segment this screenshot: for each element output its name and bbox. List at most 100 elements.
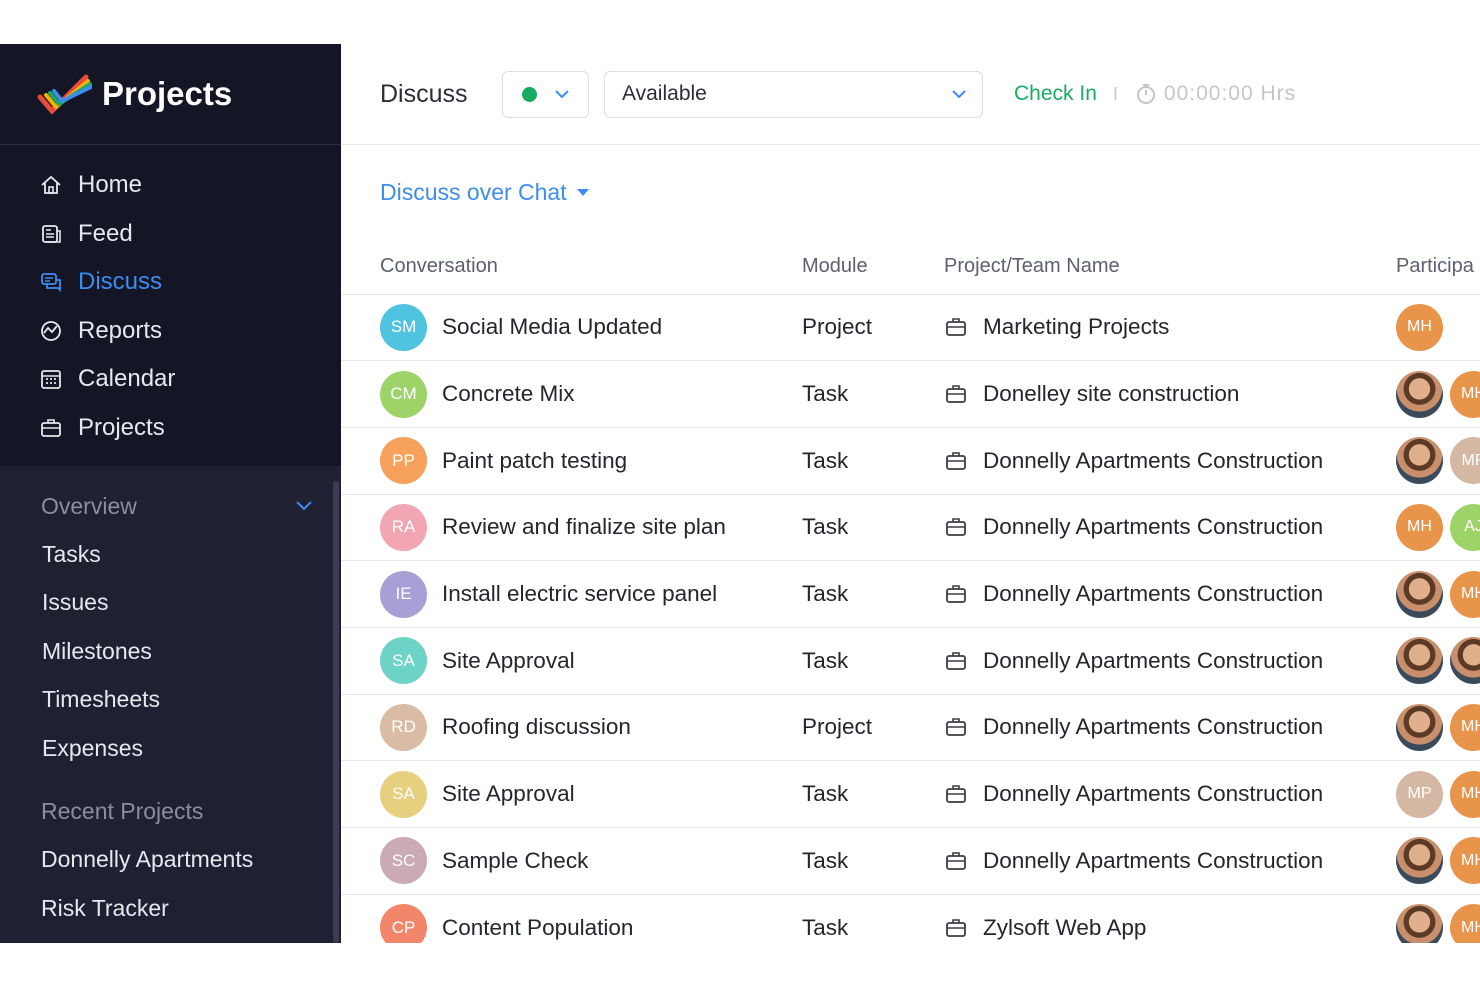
participant-avatar[interactable]: MH — [1450, 837, 1480, 885]
project-name[interactable]: Donnelly Apartments Construction — [983, 848, 1323, 874]
conversation-cell[interactable]: SA Site Approval — [341, 627, 802, 695]
overview-item-timesheets[interactable]: Timesheets — [41, 676, 341, 725]
nav-label: Calendar — [78, 365, 176, 393]
project-name[interactable]: Donnelly Apartments Construction — [983, 648, 1323, 674]
participant-photo-avatar[interactable] — [1396, 370, 1443, 418]
nav-item-calendar[interactable]: Calendar — [0, 355, 341, 404]
nav-item-home[interactable]: Home — [0, 161, 341, 210]
table-row[interactable]: PP Paint patch testing Task Donnelly Apartm… — [341, 427, 1480, 495]
participant-avatar[interactable]: MH — [1450, 770, 1480, 818]
briefcase-icon — [946, 585, 966, 603]
participant-photo-avatar[interactable] — [1396, 703, 1443, 751]
nav-item-reports[interactable]: Reports — [0, 307, 341, 356]
nav-item-feed[interactable]: Feed — [0, 210, 341, 259]
participant-avatar[interactable]: MH — [1450, 703, 1480, 751]
participant-photo-avatar[interactable] — [1396, 837, 1443, 885]
status-dropdown[interactable] — [502, 70, 589, 118]
overview-item-tasks[interactable]: Tasks — [41, 530, 341, 579]
brand[interactable]: Projects — [0, 44, 341, 145]
project-name[interactable]: Donnelly Apartments Construction — [983, 714, 1323, 740]
table-row[interactable]: CM Concrete Mix Task Donelley site construc… — [341, 360, 1480, 428]
project-name[interactable]: Marketing Projects — [983, 314, 1169, 340]
participant-photo-avatar[interactable] — [1450, 637, 1480, 685]
table-row[interactable]: CP Content Population Task Zylsoft Web App M… — [341, 894, 1480, 943]
project-cell: Zylsoft Web App — [944, 894, 1396, 943]
conversation-title[interactable]: Roofing discussion — [442, 714, 631, 740]
project-cell: Donnelly Apartments Construction — [944, 560, 1396, 628]
participant-avatar[interactable]: MH — [1450, 904, 1480, 943]
availability-dropdown[interactable]: Available — [604, 70, 983, 118]
overview-item-issues[interactable]: Issues — [41, 579, 341, 628]
conversation-title[interactable]: Paint patch testing — [442, 448, 627, 474]
table-row[interactable]: RA Review and finalize site plan Task Donne… — [341, 494, 1480, 562]
table-row[interactable]: RD Roofing discussion Project Donnelly Apar… — [341, 694, 1480, 762]
participants-cell: MH — [1396, 894, 1480, 943]
table-row[interactable]: IE Install electric service panel Task Donn… — [341, 560, 1480, 628]
column-project[interactable]: Project/Team Name — [944, 239, 1396, 295]
discuss-view-dropdown[interactable]: Discuss over Chat — [380, 179, 589, 206]
participants-cell: MPMH — [1396, 760, 1480, 828]
conversation-cell[interactable]: SC Sample Check — [341, 827, 802, 895]
module-cell: Task — [802, 760, 944, 828]
project-name[interactable]: Donnelly Apartments Construction — [983, 781, 1323, 807]
conversation-avatar: RA — [380, 503, 427, 551]
conversation-title[interactable]: Social Media Updated — [442, 314, 662, 340]
conversation-title[interactable]: Site Approval — [442, 648, 575, 674]
conversation-avatar: IE — [380, 570, 427, 618]
participant-avatar[interactable]: AJ — [1450, 503, 1480, 551]
column-conversation[interactable]: Conversation — [341, 239, 802, 295]
conversation-cell[interactable]: PP Paint patch testing — [341, 427, 802, 495]
conversation-cell[interactable]: CM Concrete Mix — [341, 360, 802, 428]
conversation-cell[interactable]: CP Content Population — [341, 894, 802, 943]
conversation-avatar: RD — [380, 703, 427, 751]
feed-icon — [40, 223, 62, 245]
participant-photo-avatar[interactable] — [1396, 437, 1443, 485]
participant-avatar[interactable]: MH — [1396, 303, 1443, 351]
conversation-cell[interactable]: SA Site Approval — [341, 760, 802, 828]
conversation-cell[interactable]: IE Install electric service panel — [341, 560, 802, 628]
conversation-title[interactable]: Review and finalize site plan — [442, 514, 726, 540]
overview-toggle[interactable]: Overview — [41, 482, 341, 530]
overview-item-milestones[interactable]: Milestones — [41, 627, 341, 676]
table-row[interactable]: SC Sample Check Task Donnelly Apartments Co… — [341, 827, 1480, 895]
participant-photo-avatar[interactable] — [1396, 637, 1443, 685]
column-participants[interactable]: Participa — [1396, 239, 1480, 295]
conversation-cell[interactable]: RA Review and finalize site plan — [341, 494, 802, 562]
recent-project-item[interactable]: Risk Tracker — [41, 884, 341, 933]
project-name[interactable]: Donelley site construction — [983, 381, 1239, 407]
discuss-icon — [40, 271, 62, 293]
conversation-title[interactable]: Sample Check — [442, 848, 588, 874]
table-row[interactable]: SM Social Media Updated Project Marketing P… — [341, 294, 1480, 362]
check-in-button[interactable]: Check In — [1014, 82, 1097, 106]
conversation-cell[interactable]: SM Social Media Updated — [341, 294, 802, 362]
participant-avatar[interactable]: MP — [1450, 437, 1480, 485]
table-row[interactable]: SA Site Approval Task Donnelly Apartments C… — [341, 627, 1480, 695]
conversation-title[interactable]: Install electric service panel — [442, 581, 717, 607]
module-cell: Task — [802, 360, 944, 428]
module-cell: Task — [802, 827, 944, 895]
sidebar-scrollbar[interactable] — [333, 481, 339, 943]
conversation-cell[interactable]: RD Roofing discussion — [341, 694, 802, 762]
recent-project-item[interactable]: Donnelly Apartments — [41, 836, 341, 885]
participant-avatar[interactable]: MH — [1450, 570, 1480, 618]
participant-photo-avatar[interactable] — [1396, 904, 1443, 943]
recent-projects-label: Recent Projects — [41, 798, 204, 824]
project-name[interactable]: Donnelly Apartments Construction — [983, 448, 1323, 474]
table-row[interactable]: SA Site Approval Task Donnelly Apartments C… — [341, 760, 1480, 828]
project-name[interactable]: Zylsoft Web App — [983, 915, 1146, 941]
conversation-title[interactable]: Content Population — [442, 915, 633, 941]
project-name[interactable]: Donnelly Apartments Construction — [983, 581, 1323, 607]
conversation-title[interactable]: Site Approval — [442, 781, 575, 807]
project-name[interactable]: Donnelly Apartments Construction — [983, 514, 1323, 540]
view-bar: Discuss over Chat — [341, 145, 1480, 239]
conversation-title[interactable]: Concrete Mix — [442, 381, 575, 407]
participant-avatar[interactable]: MP — [1396, 770, 1443, 818]
participant-avatar[interactable]: MH — [1450, 370, 1480, 418]
nav-item-discuss[interactable]: Discuss — [0, 258, 341, 307]
overview-item-expenses[interactable]: Expenses — [41, 724, 341, 773]
participant-avatar[interactable]: MH — [1396, 503, 1443, 551]
column-module[interactable]: Module — [802, 239, 944, 295]
nav-item-projects[interactable]: Projects — [0, 404, 341, 453]
participants-cell: MH — [1396, 360, 1480, 428]
participant-photo-avatar[interactable] — [1396, 570, 1443, 618]
